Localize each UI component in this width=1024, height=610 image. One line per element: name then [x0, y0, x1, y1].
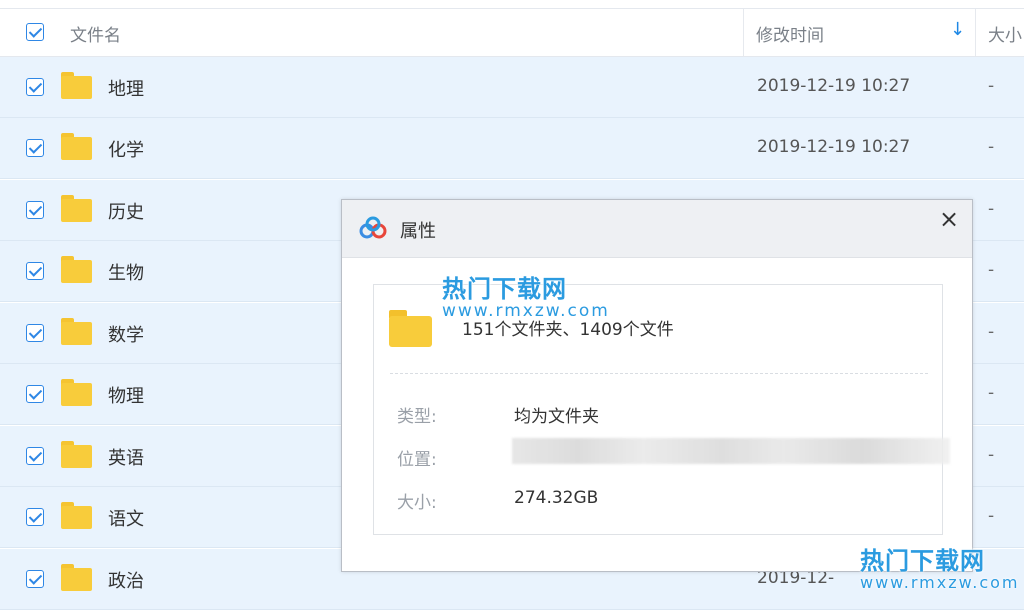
properties-panel: 151个文件夹、1409个文件 类型: 均为文件夹 位置: 大小: 274.32… — [373, 284, 950, 535]
file-size: - — [988, 322, 995, 342]
row-checkbox[interactable] — [26, 324, 44, 342]
file-name[interactable]: 历史 — [108, 198, 144, 224]
file-name[interactable]: 数学 — [108, 321, 144, 347]
file-name[interactable]: 政治 — [108, 567, 144, 593]
file-size: - — [988, 260, 995, 280]
size-value: 274.32GB — [514, 488, 599, 508]
select-all-checkbox[interactable] — [26, 23, 44, 41]
column-header-size[interactable]: 大小 — [988, 21, 1022, 46]
row-checkbox[interactable] — [26, 201, 44, 219]
folder-icon — [61, 379, 92, 406]
row-checkbox[interactable] — [26, 508, 44, 526]
file-name[interactable]: 英语 — [108, 444, 144, 470]
file-row[interactable]: 化学 2019-12-19 10:27 - — [0, 118, 1024, 179]
close-icon[interactable]: × — [936, 206, 962, 232]
file-name[interactable]: 化学 — [108, 136, 144, 162]
folder-icon — [61, 133, 92, 160]
properties-dialog: 属性 × 151个文件夹、1409个文件 类型: 均为文件夹 位置: 大小: 2… — [341, 199, 973, 572]
folder-icon — [389, 310, 432, 347]
folder-icon — [61, 195, 92, 222]
file-size: - — [988, 506, 995, 526]
column-divider — [975, 9, 976, 56]
file-name[interactable]: 生物 — [108, 259, 144, 285]
folder-icon — [61, 256, 92, 283]
dialog-titlebar[interactable]: 属性 × — [342, 200, 972, 258]
file-size: - — [988, 137, 995, 157]
list-header: 文件名 修改时间 ↓ 大小 — [0, 8, 1024, 57]
file-size: - — [988, 383, 995, 403]
file-row[interactable]: 地理 2019-12-19 10:27 - — [0, 57, 1024, 118]
file-name[interactable]: 语文 — [108, 505, 144, 531]
file-name[interactable]: 物理 — [108, 382, 144, 408]
row-checkbox[interactable] — [26, 447, 44, 465]
row-checkbox[interactable] — [26, 570, 44, 588]
selection-summary: 151个文件夹、1409个文件 — [462, 320, 674, 340]
location-value-redacted — [512, 438, 950, 464]
location-label: 位置: — [397, 450, 437, 470]
file-modified-time: 2019-12-19 10:27 — [757, 76, 911, 96]
row-checkbox[interactable] — [26, 139, 44, 157]
file-size: - — [988, 199, 995, 219]
row-checkbox[interactable] — [26, 385, 44, 403]
folder-icon — [61, 318, 92, 345]
cloud-logo-icon — [359, 216, 387, 239]
folder-icon — [61, 502, 92, 529]
file-size: - — [988, 445, 995, 465]
folder-icon — [61, 441, 92, 468]
row-checkbox[interactable] — [26, 78, 44, 96]
size-label: 大小: — [397, 493, 437, 513]
file-name[interactable]: 地理 — [108, 75, 144, 101]
type-label: 类型: — [397, 407, 437, 427]
file-size: - — [988, 76, 995, 96]
type-value: 均为文件夹 — [514, 407, 599, 427]
folder-icon — [61, 72, 92, 99]
dialog-title: 属性 — [400, 221, 436, 242]
column-header-modified-time[interactable]: 修改时间 — [756, 21, 824, 46]
file-modified-time: 2019-12-19 10:27 — [757, 137, 911, 157]
divider — [390, 373, 928, 374]
sort-desc-icon[interactable]: ↓ — [950, 19, 965, 40]
folder-icon — [61, 564, 92, 591]
column-header-name[interactable]: 文件名 — [70, 21, 121, 46]
row-checkbox[interactable] — [26, 262, 44, 280]
column-divider — [743, 9, 744, 56]
